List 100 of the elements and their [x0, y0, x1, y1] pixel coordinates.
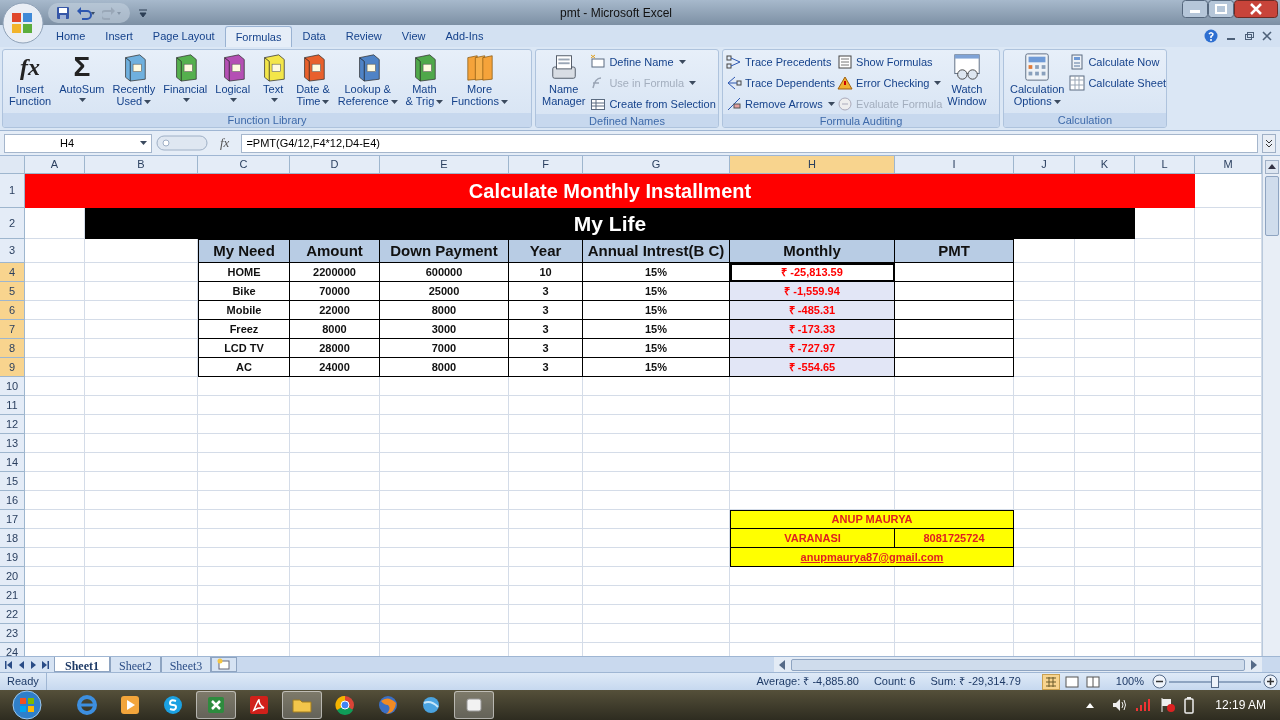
empty-cell[interactable] — [1014, 472, 1075, 491]
empty-cell[interactable] — [1135, 567, 1195, 586]
empty-cell[interactable] — [509, 529, 583, 548]
empty-cell[interactable] — [1135, 415, 1195, 434]
flag-icon[interactable] — [1159, 697, 1176, 713]
empty-cell[interactable] — [380, 586, 509, 605]
empty-cell[interactable] — [1075, 282, 1135, 301]
empty-cell[interactable] — [583, 415, 730, 434]
empty-cell[interactable] — [1014, 586, 1075, 605]
scroll-next-sheet-button[interactable] — [29, 659, 37, 670]
zoom-slider[interactable] — [1169, 675, 1261, 688]
empty-cell[interactable] — [1135, 358, 1195, 377]
empty-cell[interactable] — [1135, 320, 1195, 339]
empty-cell[interactable] — [380, 605, 509, 624]
empty-cell[interactable] — [290, 529, 380, 548]
help-icon[interactable] — [1204, 29, 1218, 43]
empty-cell[interactable] — [1135, 396, 1195, 415]
insert-sheet-button[interactable] — [211, 657, 238, 672]
empty-cell[interactable] — [85, 282, 198, 301]
empty-cell[interactable] — [1075, 415, 1135, 434]
row-header[interactable]: 18 — [0, 529, 25, 548]
empty-cell[interactable] — [730, 491, 895, 510]
ribbon-button[interactable]: Lookup & Reference — [334, 52, 401, 107]
empty-cell[interactable] — [85, 396, 198, 415]
scroll-previous-sheet-button[interactable] — [17, 659, 25, 670]
customize-caret-icon[interactable] — [138, 7, 148, 18]
scroll-up-button[interactable] — [1264, 160, 1279, 174]
scroll-first-sheet-button[interactable] — [5, 659, 13, 670]
empty-cell[interactable] — [583, 434, 730, 453]
empty-cell[interactable] — [895, 434, 1014, 453]
empty-cell[interactable] — [1195, 586, 1262, 605]
empty-cell[interactable] — [1195, 301, 1262, 320]
empty-cell[interactable] — [1075, 377, 1135, 396]
page-layout-view-button[interactable] — [1062, 673, 1081, 690]
empty-cell[interactable] — [85, 320, 198, 339]
empty-cell[interactable] — [1075, 491, 1135, 510]
ribbon-button[interactable]: Define Name — [590, 52, 716, 72]
empty-cell[interactable] — [85, 529, 198, 548]
empty-cell[interactable] — [509, 624, 583, 643]
empty-cell[interactable] — [509, 567, 583, 586]
empty-cell[interactable] — [583, 567, 730, 586]
scroll-last-sheet-button[interactable] — [41, 659, 49, 670]
row-header[interactable]: 3 — [0, 239, 25, 263]
start-button[interactable] — [9, 690, 45, 720]
empty-cell[interactable] — [380, 434, 509, 453]
empty-cell[interactable] — [509, 510, 583, 529]
ribbon-button[interactable]: Trace Precedents — [726, 52, 836, 72]
empty-cell[interactable] — [1195, 624, 1262, 643]
empty-cell[interactable] — [1075, 624, 1135, 643]
empty-cell[interactable] — [583, 453, 730, 472]
empty-cell[interactable] — [1075, 396, 1135, 415]
empty-cell[interactable] — [290, 491, 380, 510]
empty-cell[interactable] — [198, 624, 290, 643]
ribbon-button[interactable]: Math & Trig — [402, 52, 447, 107]
ribbon-button[interactable]: Trace Dependents — [726, 73, 836, 93]
undo-icon[interactable] — [76, 5, 96, 20]
empty-cell[interactable] — [1075, 239, 1135, 263]
empty-cell[interactable] — [730, 434, 895, 453]
empty-cell[interactable] — [730, 624, 895, 643]
ribbon-button[interactable]: Error Checking — [837, 73, 943, 93]
empty-cell[interactable] — [1195, 434, 1262, 453]
empty-cell[interactable] — [1195, 567, 1262, 586]
empty-cell[interactable] — [509, 396, 583, 415]
empty-cell[interactable] — [1195, 320, 1262, 339]
ribbon-button[interactable]: Calculation Options — [1007, 52, 1068, 107]
empty-cell[interactable] — [509, 548, 583, 567]
empty-cell[interactable] — [1014, 491, 1075, 510]
maximize-button[interactable] — [1208, 0, 1234, 18]
ribbon-button[interactable]: fx Insert Function — [6, 52, 55, 107]
battery-icon[interactable] — [1183, 696, 1196, 714]
row-header[interactable]: 5 — [0, 282, 25, 301]
scroll-right-button[interactable] — [1249, 658, 1259, 671]
empty-cell[interactable] — [198, 434, 290, 453]
empty-cell[interactable] — [198, 377, 290, 396]
tray-up-icon[interactable] — [1085, 701, 1096, 709]
table-cell[interactable] — [895, 263, 1014, 282]
restore-icon[interactable] — [1244, 31, 1254, 41]
row-header[interactable]: 8 — [0, 339, 25, 358]
ribbon-button[interactable]: Watch Window — [944, 52, 990, 107]
empty-cell[interactable] — [895, 605, 1014, 624]
empty-cell[interactable] — [1195, 453, 1262, 472]
empty-cell[interactable] — [509, 472, 583, 491]
empty-cell[interactable] — [895, 586, 1014, 605]
empty-cell[interactable] — [1135, 453, 1195, 472]
empty-cell[interactable] — [380, 567, 509, 586]
empty-cell[interactable] — [1014, 453, 1075, 472]
empty-cell[interactable] — [895, 624, 1014, 643]
empty-cell[interactable] — [380, 377, 509, 396]
row-header[interactable]: 6 — [0, 301, 25, 320]
sheet-tab[interactable]: Sheet1 — [54, 657, 110, 672]
column-header[interactable]: A — [25, 156, 85, 174]
empty-cell[interactable] — [509, 586, 583, 605]
minimize-button[interactable] — [1182, 0, 1208, 18]
ribbon-button[interactable]: Logical — [212, 52, 254, 103]
empty-cell[interactable] — [85, 415, 198, 434]
empty-cell[interactable] — [1195, 529, 1262, 548]
empty-cell[interactable] — [1135, 510, 1195, 529]
select-all-corner[interactable] — [0, 156, 25, 174]
empty-cell[interactable] — [895, 415, 1014, 434]
empty-cell[interactable] — [895, 377, 1014, 396]
